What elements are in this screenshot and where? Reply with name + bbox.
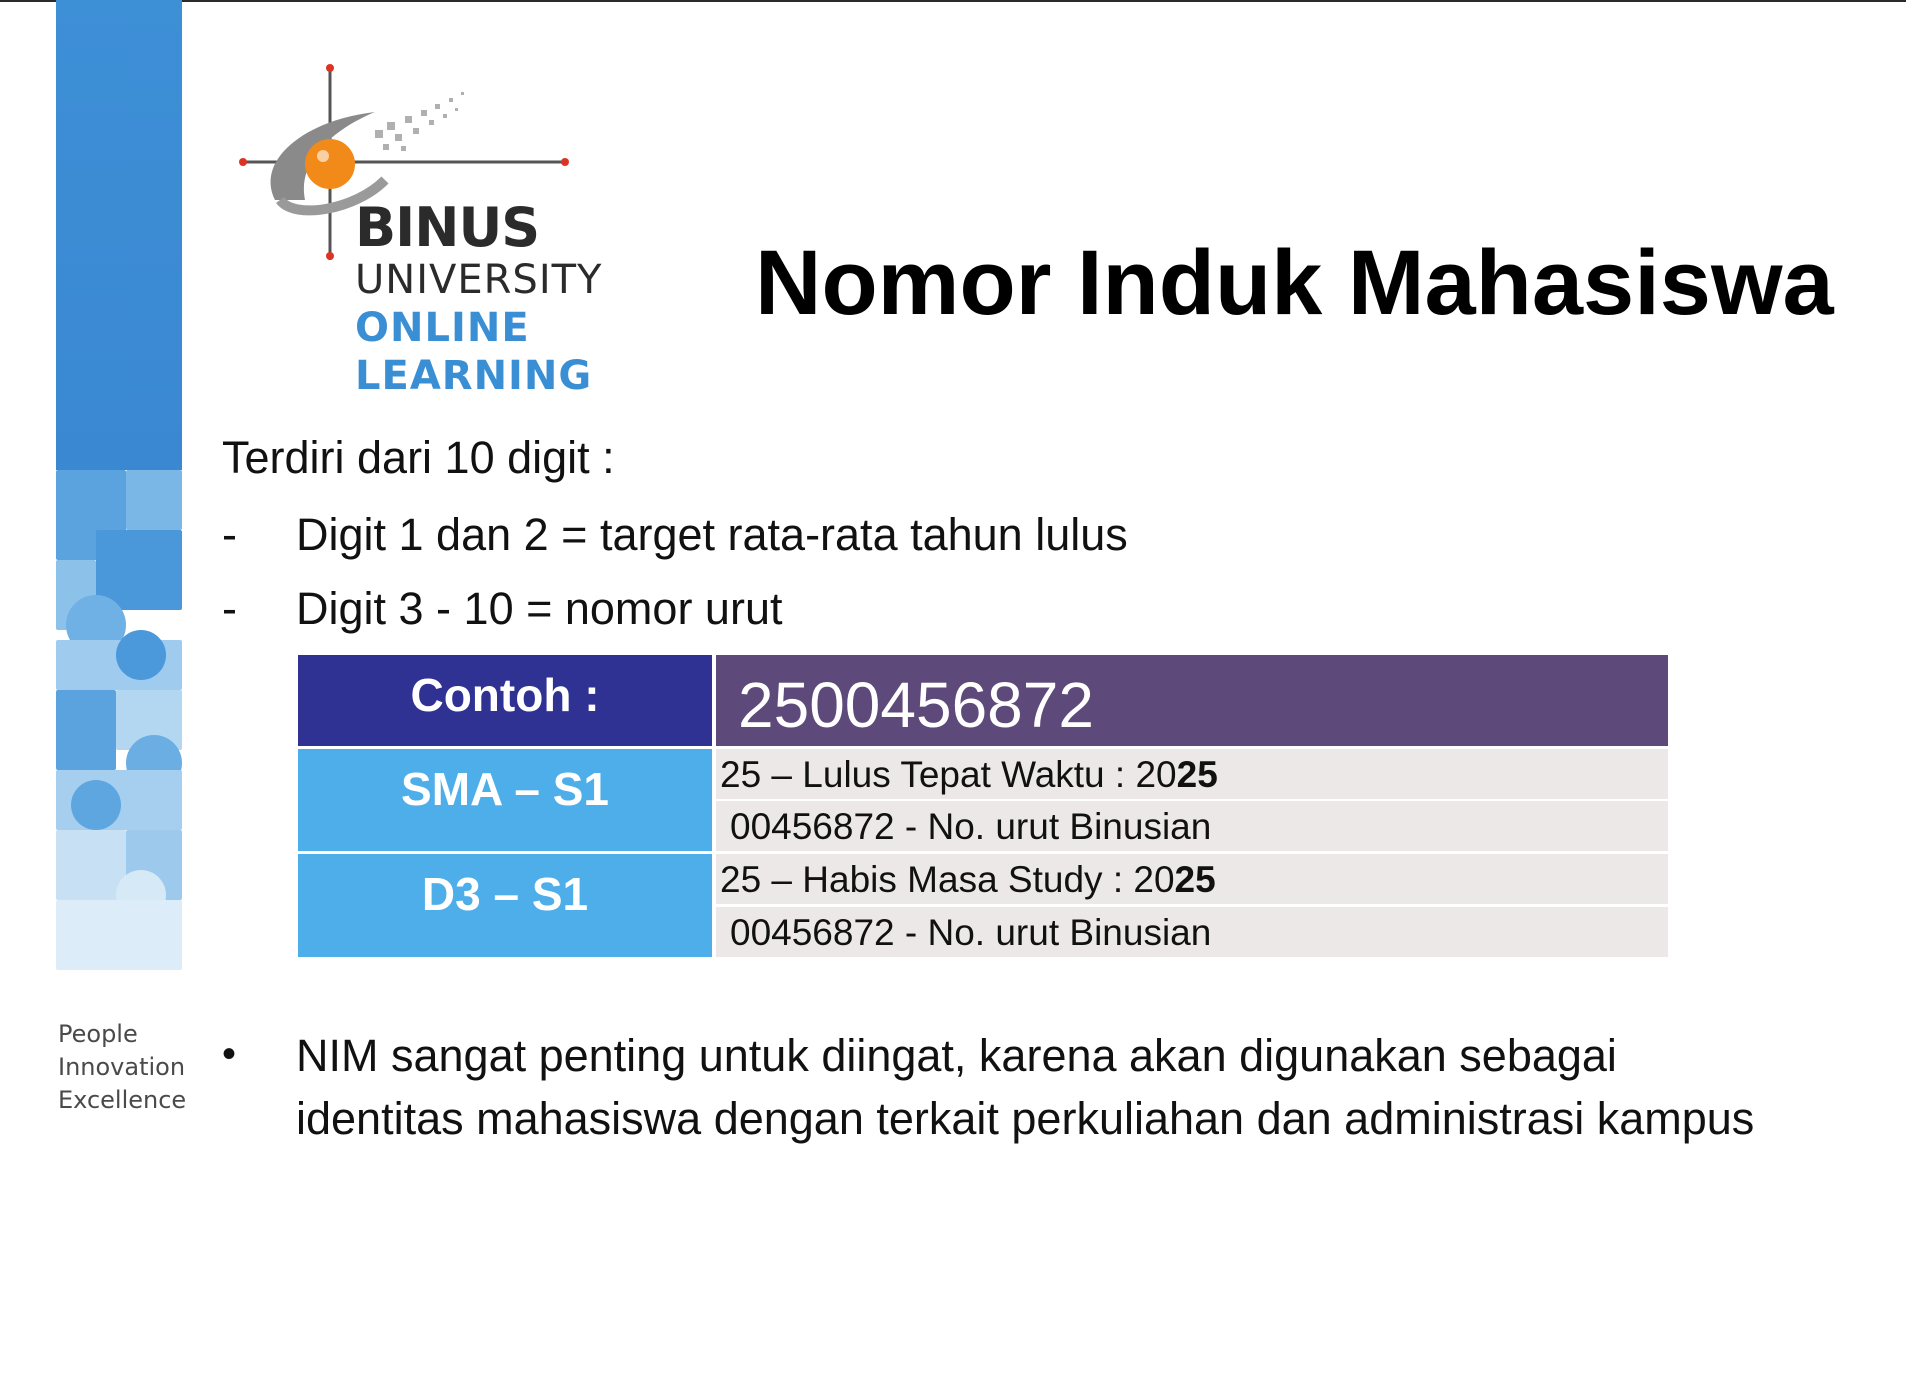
cell-text: 25 – Lulus Tepat Waktu : 20 bbox=[720, 754, 1177, 795]
tagline-line: Innovation bbox=[58, 1053, 186, 1081]
table-cell: 25 – Habis Masa Study : 2025 bbox=[716, 854, 1668, 904]
table-cell: 00456872 - No. urut Binusian bbox=[716, 801, 1668, 851]
tagline-line: Excellence bbox=[58, 1086, 187, 1114]
top-border bbox=[0, 0, 1906, 2]
tagline-line: People bbox=[58, 1020, 138, 1048]
logo-text-university: UNIVERSITY bbox=[355, 257, 603, 303]
dash-marker: - bbox=[222, 509, 237, 560]
table-header-value: 2500456872 bbox=[716, 655, 1668, 746]
binus-logo: BINUS UNIVERSITY ONLINE LEARNING bbox=[235, 60, 615, 410]
table-row-label: SMA – S1 bbox=[298, 749, 712, 851]
decorative-side-strip bbox=[56, 0, 182, 970]
cell-bold-text: 25 bbox=[1176, 754, 1218, 795]
dash-item-text: Digit 3 - 10 = nomor urut bbox=[296, 583, 783, 634]
table-cell: 25 – Lulus Tepat Waktu : 2025 bbox=[716, 749, 1668, 799]
bullet-text: NIM sangat penting untuk diingat, karena… bbox=[296, 1030, 1755, 1144]
table-cell: 00456872 - No. urut Binusian bbox=[716, 907, 1668, 957]
page-title: Nomor Induk Mahasiswa bbox=[755, 232, 1834, 334]
tagline: People Innovation Excellence bbox=[58, 1018, 186, 1117]
cell-bold-text: 25 bbox=[1174, 859, 1216, 900]
bullet-marker: • bbox=[222, 1032, 237, 1076]
table-row-label: D3 – S1 bbox=[298, 854, 712, 957]
lead-text: Terdiri dari 10 digit : bbox=[222, 432, 615, 483]
dash-item-text: Digit 1 dan 2 = target rata-rata tahun l… bbox=[296, 509, 1128, 560]
cell-text: 25 – Habis Masa Study : 20 bbox=[720, 859, 1175, 900]
dash-marker: - bbox=[222, 583, 237, 634]
table-header-label: Contoh : bbox=[298, 655, 712, 746]
example-table: Contoh : 2500456872 SMA – S1 25 – Lulus … bbox=[298, 655, 1668, 957]
logo-text-learning: LEARNING bbox=[355, 353, 593, 399]
logo-wordmark: BINUS UNIVERSITY ONLINE LEARNING bbox=[355, 200, 602, 400]
logo-text-online: ONLINE bbox=[355, 305, 530, 351]
logo-text-binus: BINUS bbox=[355, 196, 540, 259]
